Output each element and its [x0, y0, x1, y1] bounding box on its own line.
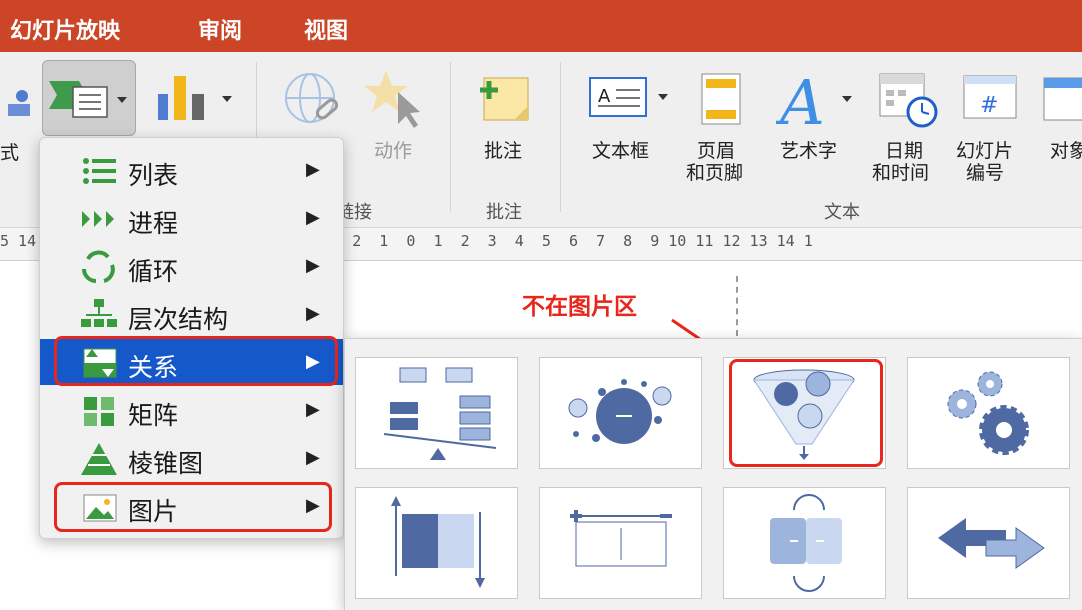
- menu-item-label: 棱锥图: [128, 449, 204, 478]
- menu-item-process[interactable]: 进程 ▶: [40, 195, 343, 241]
- header-footer-icon[interactable]: [694, 70, 748, 130]
- submenu-arrow-icon: ▶: [306, 159, 320, 180]
- object-icon[interactable]: [1042, 74, 1082, 126]
- tab-review[interactable]: 审阅: [198, 13, 242, 45]
- ribbon-separator: [450, 62, 451, 212]
- menu-item-list[interactable]: 列表 ▶: [40, 147, 343, 193]
- slide-number-label-1[interactable]: 幻灯片: [956, 140, 1013, 162]
- ribbon-separator: [560, 62, 561, 212]
- hyperlink-icon[interactable]: [278, 70, 348, 132]
- menu-item-label: 进程: [128, 209, 179, 238]
- menu-item-label: 循环: [128, 257, 179, 286]
- matrix-icon: [84, 397, 114, 426]
- comment-group-label: 批注: [486, 202, 522, 223]
- layout-cycle-matrix[interactable]: [723, 487, 886, 599]
- action-label: 动作: [374, 140, 413, 162]
- action-icon[interactable]: [362, 66, 428, 132]
- submenu-arrow-icon: ▶: [306, 447, 320, 468]
- date-time-label-2[interactable]: 和时间: [872, 162, 929, 184]
- menu-item-label: 矩阵: [128, 401, 179, 430]
- balance-diagram-icon: [383, 367, 497, 460]
- list-icon: [83, 158, 116, 184]
- slide-number-label-2[interactable]: 编号: [966, 162, 1004, 184]
- highlight-funnel: [729, 359, 883, 467]
- partial-shape-icon[interactable]: [0, 82, 30, 122]
- submenu-arrow-icon: ▶: [306, 303, 320, 324]
- slide-number-icon[interactable]: #: [962, 74, 1022, 126]
- layout-balance[interactable]: [355, 357, 518, 469]
- gears-icon: [947, 371, 1029, 455]
- menu-item-matrix[interactable]: 矩阵 ▶: [40, 387, 343, 433]
- submenu-arrow-icon: ▶: [306, 255, 320, 276]
- svg-text:A: A: [776, 66, 825, 132]
- layout-opposing-arrows[interactable]: [907, 487, 1070, 599]
- svg-text:#: #: [980, 93, 998, 118]
- svg-text:A: A: [598, 86, 611, 107]
- smartart-button[interactable]: [42, 60, 136, 136]
- layout-plus-minus[interactable]: [539, 487, 702, 599]
- comment-icon[interactable]: [474, 72, 534, 132]
- slide-guide-line: [736, 276, 738, 336]
- date-time-label-1[interactable]: 日期: [885, 140, 923, 162]
- textbox-label[interactable]: 文本框: [592, 140, 649, 162]
- layout-circle-relationship[interactable]: [539, 357, 702, 469]
- hierarchy-icon: [81, 299, 117, 327]
- relationship-gallery: [344, 338, 1082, 610]
- menu-item-label: 层次结构: [128, 305, 229, 334]
- cycle-icon: [82, 250, 115, 283]
- process-icon: [82, 211, 114, 227]
- partial-left-label: 式: [0, 142, 20, 164]
- annotation-callout: 不在图片区: [522, 294, 637, 320]
- wordart-icon[interactable]: A: [776, 66, 856, 132]
- smartart-icon: [49, 81, 127, 118]
- wordart-label[interactable]: 艺术字: [780, 140, 837, 162]
- header-footer-label-1[interactable]: 页眉: [697, 140, 735, 162]
- menu-item-cycle[interactable]: 循环 ▶: [40, 243, 343, 289]
- ribbon-tab-bar: 幻灯片放映 审阅 视图: [0, 0, 1082, 52]
- submenu-arrow-icon: ▶: [306, 399, 320, 420]
- date-time-icon[interactable]: [876, 70, 942, 132]
- highlight-relationship: [54, 336, 338, 386]
- menu-item-label: 列表: [128, 161, 179, 190]
- layout-opposing-bars[interactable]: [355, 487, 518, 599]
- comment-button-label[interactable]: 批注: [484, 140, 522, 162]
- highlight-picture: [54, 482, 332, 532]
- textbox-icon[interactable]: A: [584, 72, 674, 128]
- text-group-label: 文本: [824, 202, 860, 223]
- tab-view[interactable]: 视图: [304, 13, 348, 45]
- object-label[interactable]: 对象: [1050, 140, 1082, 162]
- submenu-arrow-icon: ▶: [306, 207, 320, 228]
- menu-item-pyramid[interactable]: 棱锥图 ▶: [40, 435, 343, 481]
- tab-slideshow[interactable]: 幻灯片放映: [10, 13, 120, 45]
- layout-gears[interactable]: [907, 357, 1070, 469]
- opposing-arrows-icon: [938, 518, 1045, 569]
- pyramid-icon: [81, 443, 117, 475]
- chart-icon[interactable]: [150, 68, 236, 128]
- opposing-bars-icon: [391, 496, 485, 588]
- circle-relationship-icon: [568, 379, 672, 444]
- header-footer-label-2[interactable]: 和页脚: [686, 162, 743, 184]
- menu-item-hierarchy[interactable]: 层次结构 ▶: [40, 291, 343, 337]
- plus-minus-icon: [570, 510, 672, 567]
- cycle-boxes-icon: [770, 494, 842, 592]
